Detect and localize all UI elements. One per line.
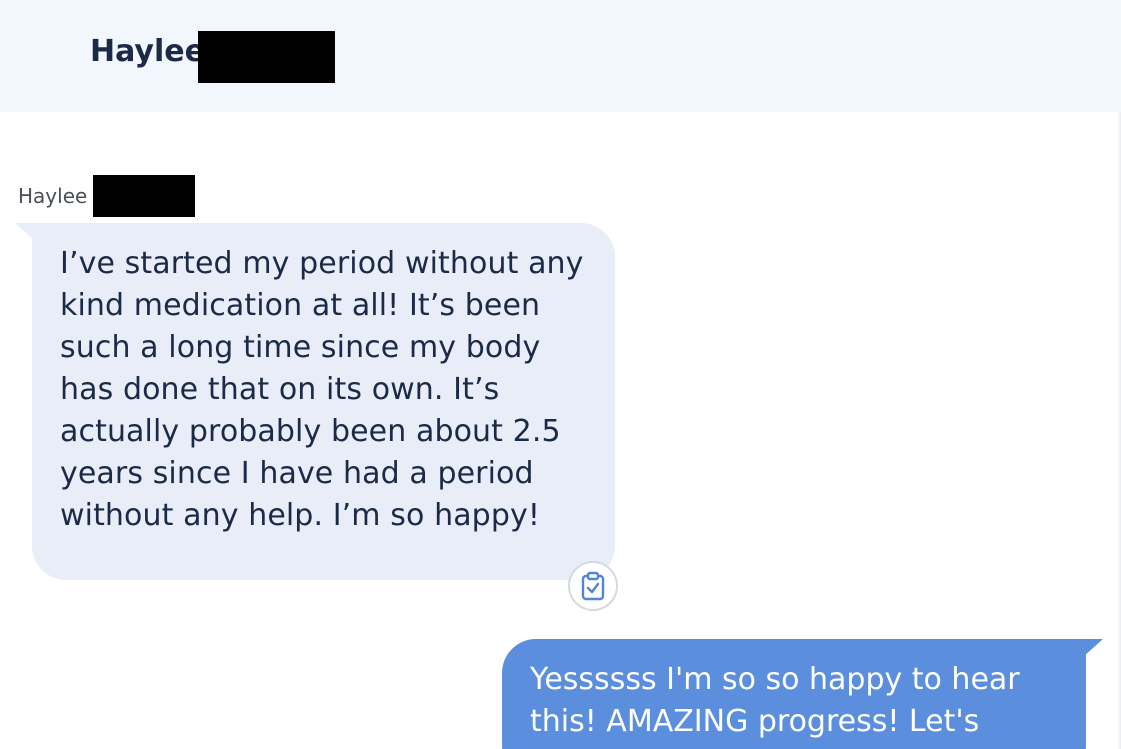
message-sender-label: Haylee: [18, 184, 88, 208]
chat-header: Haylee: [0, 0, 1121, 112]
incoming-bubble-tail: [15, 223, 33, 239]
incoming-message-text: I’ve started my period without any kind …: [60, 246, 584, 533]
save-message-button[interactable]: [568, 561, 618, 611]
contact-name: Haylee: [90, 34, 205, 69]
outgoing-message-text: Yessssss I'm so so happy to hear this! A…: [530, 662, 1020, 739]
outgoing-bubble-tail: [1084, 639, 1103, 656]
redacted-surname: [198, 31, 335, 83]
chat-screen: Haylee Haylee I’ve started my period wit…: [0, 0, 1121, 749]
clipboard-check-icon: [581, 571, 605, 601]
redacted-sender-surname: [93, 175, 195, 217]
